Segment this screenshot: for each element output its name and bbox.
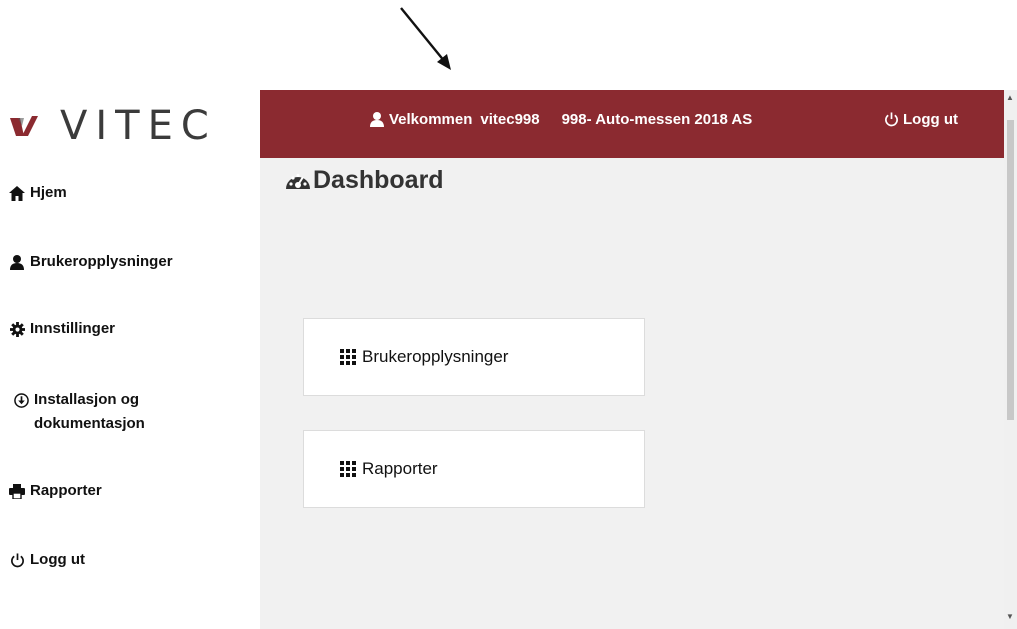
vitec-logo-mark-icon	[10, 116, 38, 136]
scroll-up-icon[interactable]: ▲	[1006, 93, 1014, 102]
sidebar-item-label: Hjem	[30, 184, 67, 201]
sidebar-item-label: Logg ut	[30, 551, 85, 568]
sidebar-item-label: Rapporter	[30, 482, 102, 499]
sidebar-item-innstillinger[interactable]: Innstillinger	[8, 320, 115, 338]
logout-button[interactable]: Logg ut	[882, 110, 958, 128]
power-icon	[8, 551, 26, 569]
sidebar-item-installasjon[interactable]: Installasjon og dokumentasjon	[8, 391, 174, 436]
sidebar-item-label: Installasjon og dokumentasjon	[34, 391, 145, 432]
user-icon	[8, 253, 26, 271]
annotation-arrow-icon	[400, 7, 451, 70]
logout-label: Logg ut	[903, 110, 958, 128]
download-circle-icon	[12, 391, 30, 409]
main-content: Dashboard Brukeropplysninger Rapporter	[260, 158, 1004, 629]
sidebar-item-label: Brukeropplysninger	[30, 253, 173, 270]
sidebar-item-logg-ut[interactable]: Logg ut	[8, 551, 85, 569]
header-bar: Velkommen vitec998 998- Auto-messen 2018…	[260, 90, 1004, 158]
sidebar-item-label: Innstillinger	[30, 320, 116, 337]
sidebar-item-rapporter[interactable]: Rapporter	[8, 482, 102, 500]
tile-label: Rapporter	[362, 459, 438, 478]
logo-text: VITEC	[60, 103, 217, 149]
dashboard-icon	[286, 173, 310, 189]
vitec-logo: VITEC	[8, 104, 217, 148]
scroll-down-icon[interactable]: ▼	[1006, 612, 1014, 621]
username: vitec998	[480, 110, 540, 128]
welcome-text: Velkommen	[389, 110, 473, 128]
tile-brukeropplysninger[interactable]: Brukeropplysninger	[303, 318, 645, 396]
page-title: Dashboard	[284, 166, 444, 195]
sidebar-item-brukeropplysninger[interactable]: Brukeropplysninger	[8, 253, 173, 271]
grid-icon	[340, 461, 356, 477]
welcome-message: Velkommen vitec998 998- Auto-messen 2018…	[368, 110, 752, 128]
tile-label: Brukeropplysninger	[362, 347, 509, 366]
home-icon	[8, 184, 26, 202]
power-icon	[882, 110, 900, 128]
page-title-text: Dashboard	[313, 166, 444, 194]
scrollbar-thumb[interactable]	[1007, 120, 1014, 420]
printer-icon	[8, 482, 26, 500]
company-name: 998- Auto-messen 2018 AS	[561, 110, 753, 128]
grid-icon	[340, 349, 356, 365]
sidebar-item-hjem[interactable]: Hjem	[8, 184, 67, 202]
gear-icon	[8, 320, 26, 338]
user-icon	[368, 110, 386, 128]
tile-rapporter[interactable]: Rapporter	[303, 430, 645, 508]
